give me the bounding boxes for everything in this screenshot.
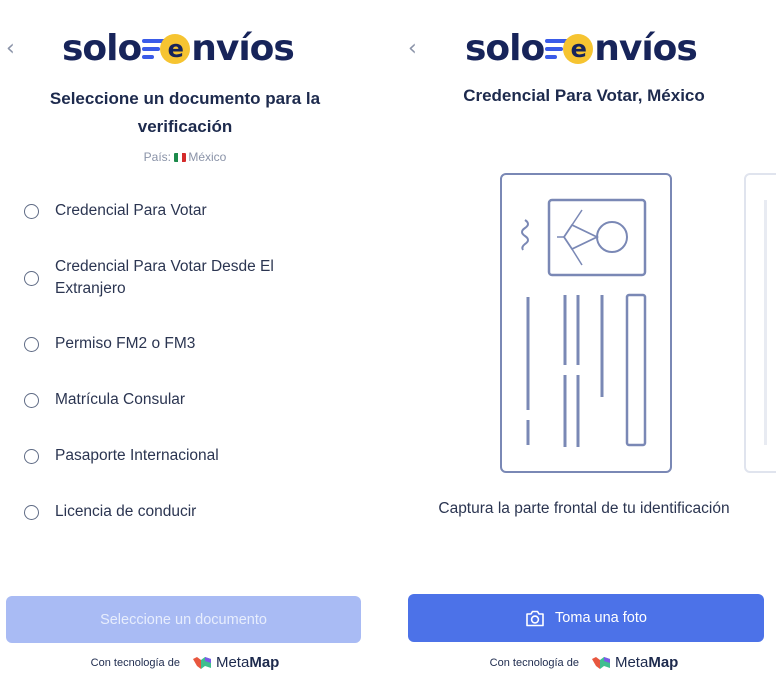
- page-title: Credencial Para Votar, México: [463, 86, 705, 105]
- capture-instruction: Captura la parte frontal de tu identific…: [438, 500, 730, 517]
- country-indicator: País: México: [0, 150, 370, 164]
- option-pasaporte-internacional[interactable]: Pasaporte Internacional: [24, 445, 305, 467]
- logo-e-letter: e: [160, 33, 191, 64]
- page-title-line2: verificación: [137, 117, 233, 136]
- logo-e-mark: e: [545, 33, 594, 64]
- soloenvios-logo: solo e nvíos: [62, 28, 295, 69]
- camera-icon: [526, 610, 544, 626]
- id-card-front-illustration: [500, 173, 672, 473]
- metamap-logo-icon: [192, 656, 211, 669]
- option-label: Credencial Para Votar Desde El Extranjer…: [55, 258, 274, 297]
- brand-map: Map: [648, 654, 679, 671]
- logo-e-mark: e: [142, 33, 191, 64]
- radio-button[interactable]: [24, 448, 39, 464]
- logo-text-solo: solo: [62, 28, 142, 69]
- metamap-brand: MetaMap: [615, 654, 678, 671]
- logo-e-letter: e: [563, 33, 594, 64]
- powered-by-footer: Con tecnología de MetaMap: [392, 654, 776, 671]
- radio-button[interactable]: [24, 504, 39, 520]
- option-label: Permiso FM2 o FM3: [55, 335, 196, 352]
- brand-map: Map: [249, 654, 280, 671]
- option-credencial-para-votar[interactable]: Credencial Para Votar: [24, 200, 305, 222]
- brand-meta: Meta: [215, 654, 250, 671]
- metamap-logo-icon: [591, 656, 610, 669]
- logo-text-solo: solo: [465, 28, 545, 69]
- option-label: Licencia de conducir: [55, 503, 197, 520]
- powered-by-text: Con tecnología de: [90, 656, 180, 669]
- id-card-back-illustration: [744, 173, 776, 473]
- select-document-button[interactable]: Seleccione un documento: [6, 596, 361, 643]
- country-label: País:: [143, 150, 171, 164]
- powered-by-footer: Con tecnología de MetaMap: [0, 654, 370, 671]
- logo-text-envios: nvíos: [594, 28, 698, 69]
- page-title-line1: Seleccione un documento para la: [49, 89, 321, 108]
- radio-button[interactable]: [24, 336, 39, 352]
- document-capture-screen: ‹ solo e nvíos Credencial Para Votar, Mé…: [392, 0, 776, 674]
- option-label: Matrícula Consular: [55, 391, 186, 408]
- option-matricula-consular[interactable]: Matrícula Consular: [24, 389, 305, 411]
- back-chevron-icon[interactable]: ‹: [6, 36, 15, 61]
- powered-by-text: Con tecnología de: [489, 656, 579, 669]
- radio-button[interactable]: [24, 392, 39, 408]
- option-label: Pasaporte Internacional: [55, 447, 219, 464]
- document-selection-screen: ‹ solo e nvíos Seleccione un documento p…: [0, 0, 370, 674]
- soloenvios-logo: solo e nvíos: [465, 28, 698, 69]
- brand-meta: Meta: [614, 654, 649, 671]
- option-permiso-fm2-fm3[interactable]: Permiso FM2 o FM3: [24, 333, 305, 355]
- metamap-brand: MetaMap: [216, 654, 279, 671]
- take-photo-button[interactable]: Toma una foto: [408, 594, 764, 642]
- country-value: México: [188, 150, 227, 164]
- mexico-flag-icon: [174, 153, 187, 162]
- id-card-graphic: [521, 198, 647, 447]
- option-credencial-extranjero[interactable]: Credencial Para Votar Desde El Extranjer…: [24, 256, 305, 300]
- logo-text-envios: nvíos: [191, 28, 295, 69]
- option-licencia-de-conducir[interactable]: Licencia de conducir: [24, 501, 305, 523]
- radio-button[interactable]: [24, 270, 39, 286]
- back-chevron-icon[interactable]: ‹: [408, 36, 417, 61]
- option-label: Credencial Para Votar: [55, 202, 207, 219]
- radio-button[interactable]: [24, 203, 39, 219]
- take-photo-label: Toma una foto: [555, 610, 647, 626]
